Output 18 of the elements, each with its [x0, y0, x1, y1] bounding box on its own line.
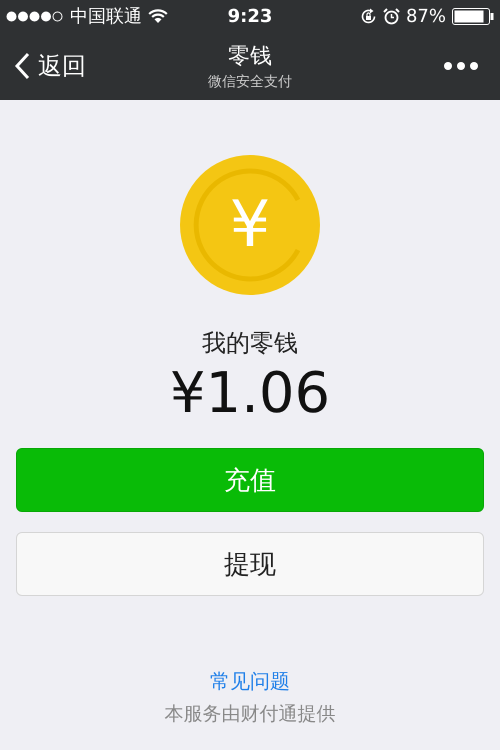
withdraw-button[interactable]: 提现	[16, 532, 484, 596]
alarm-icon	[382, 8, 400, 24]
wifi-icon	[148, 8, 168, 24]
balance-label: 我的零钱	[202, 328, 298, 359]
battery-percentage: 87%	[406, 6, 446, 26]
clock-time: 9:23	[228, 6, 272, 26]
service-note: 本服务由财付通提供	[164, 702, 336, 727]
carrier-name: 中国联通	[70, 5, 142, 28]
page-subtitle: 微信安全支付	[208, 73, 292, 91]
signal-icon	[6, 10, 64, 22]
rotation-lock-icon	[360, 8, 377, 24]
chevron-icon	[14, 52, 30, 80]
battery-icon	[452, 8, 494, 24]
page-title: 零钱	[228, 43, 272, 71]
back-button[interactable]: 返回	[14, 50, 134, 82]
more-icon	[444, 62, 478, 70]
coin-icon: ¥	[180, 155, 320, 295]
balance-amount: ¥1.06	[170, 361, 330, 426]
